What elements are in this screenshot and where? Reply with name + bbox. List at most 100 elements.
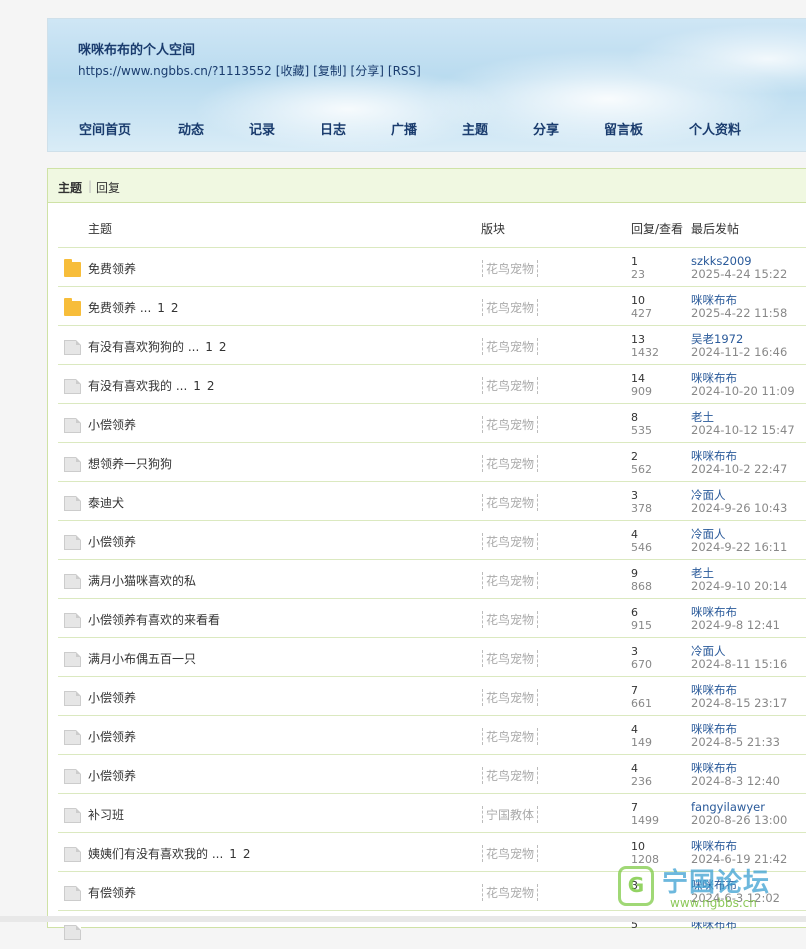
tab-replies[interactable]: 回复 [96,179,120,196]
forum-link[interactable]: 花鸟宠物 [482,416,539,433]
topic-title-link[interactable]: 有偿领养 [88,886,136,900]
topic-title-link[interactable]: 有没有喜欢我的 ... [88,379,187,393]
last-post-time: 2024-6-3 12:02 [691,891,780,905]
view-count: 1208 [631,853,659,866]
nav-broadcast[interactable]: 广播 [391,119,417,138]
nav-home[interactable]: 空间首页 [79,119,131,138]
last-post-time: 2024-10-20 11:09 [691,384,795,398]
rss-link[interactable]: [RSS] [388,64,421,78]
topic-title-cell: 小偿领养 [88,728,136,745]
nav-profile[interactable]: 个人资料 [689,119,741,138]
topic-title-link[interactable]: 有没有喜欢狗狗的 ... [88,340,199,354]
topic-title-link[interactable]: 小偿领养 [88,769,136,783]
topic-title-link[interactable]: 满月小猫咪喜欢的私 [88,574,196,588]
topic-title-link[interactable]: 小偿领养 [88,730,136,744]
share-link[interactable]: [分享] [351,64,384,78]
page-link[interactable]: 1 [193,379,201,393]
document-icon [64,496,81,511]
forum-link[interactable]: 花鸟宠物 [482,572,539,589]
forum-link[interactable]: 花鸟宠物 [482,845,539,862]
view-count: 562 [631,463,652,476]
forum-link[interactable]: 花鸟宠物 [482,689,539,706]
favorite-link[interactable]: [收藏] [276,64,309,78]
last-post-time: 2024-9-10 20:14 [691,579,788,593]
reply-count: 3 [631,489,638,502]
topic-title-link[interactable]: 姨姨们有没有喜欢我的 ... [88,847,223,861]
space-url-line: https://www.ngbbs.cn/?1113552 [收藏] [复制] [分享… [78,62,425,79]
forum-link[interactable]: 花鸟宠物 [482,494,539,511]
forum-link[interactable]: 花鸟宠物 [482,338,539,355]
forum-link[interactable]: 花鸟宠物 [482,611,539,628]
reply-count: 7 [631,801,638,814]
topic-title-cell: 小偿领养有喜欢的来看看 [88,611,220,628]
forum-link[interactable]: 宁国教体 [482,806,539,823]
forum-link[interactable]: 花鸟宠物 [482,260,539,277]
topics-panel: 主题 | 回复 主题 版块 回复/查看 最后发帖 免费领养 花鸟宠物 1 23 szkk… [47,168,806,940]
reply-view-count: 2 562 [631,450,652,476]
reply-view-count: 4 149 [631,723,652,749]
page-link[interactable]: 2 [243,847,251,861]
last-post-time: 2024-8-5 21:33 [691,735,780,749]
last-post: 老土 2024-10-12 15:47 [691,411,795,437]
topic-title-link[interactable]: 小偿领养 [88,418,136,432]
topic-title-cell: 小偿领养 [88,689,136,706]
view-count: 868 [631,580,652,593]
forum-link[interactable]: 花鸟宠物 [482,299,539,316]
nav-share[interactable]: 分享 [533,119,559,138]
forum-link[interactable]: 花鸟宠物 [482,650,539,667]
forum-link[interactable]: 花鸟宠物 [482,533,539,550]
forum-link[interactable]: 花鸟宠物 [482,767,539,784]
document-icon [64,886,81,901]
col-stats-header: 回复/查看 [631,222,684,236]
space-header: 咪咪布布的个人空间 https://www.ngbbs.cn/?1113552 [… [47,18,806,152]
topic-title-link[interactable]: 满月小布偶五百一只 [88,652,196,666]
nav-blog[interactable]: 日志 [320,119,346,138]
topic-title-link[interactable]: 补习班 [88,808,124,822]
last-post: 咪咪布布 2024-8-5 21:33 [691,723,780,749]
nav-topics[interactable]: 主题 [462,119,488,138]
forum-link[interactable]: 花鸟宠物 [482,455,539,472]
reply-view-count: 14 909 [631,372,652,398]
nav-feed[interactable]: 动态 [178,119,204,138]
topic-title-link[interactable]: 小偿领养 [88,691,136,705]
page-link[interactable]: 2 [171,301,179,315]
topic-title-link[interactable]: 小偿领养有喜欢的来看看 [88,613,220,627]
page-link[interactable]: 1 [229,847,237,861]
tab-topics[interactable]: 主题 [58,179,82,196]
page-link[interactable]: 1 [205,340,213,354]
last-post-time: 2024-10-2 22:47 [691,462,788,476]
nav-records[interactable]: 记录 [249,119,275,138]
topic-title-link[interactable]: 免费领养 ... [88,301,151,315]
topic-title-cell: 免费领养 [88,260,136,277]
table-row: 小偿领养 花鸟宠物 4 149 咪咪布布 2024-8-5 21:33 [58,715,806,754]
horizontal-scrollbar[interactable] [0,916,806,922]
page-link[interactable]: 2 [207,379,215,393]
last-post: 冷面人 2024-9-26 10:43 [691,489,787,515]
last-post: 咪咪布布 2024-10-20 11:09 [691,372,795,398]
topic-title-cell: 小偿领养 [88,767,136,784]
topic-title-cell: 姨姨们有没有喜欢我的 ... 1 2 [88,845,251,862]
page-link[interactable]: 2 [219,340,227,354]
document-icon [64,340,81,355]
forum-link[interactable]: 花鸟宠物 [482,377,539,394]
copy-link[interactable]: [复制] [313,64,346,78]
table-row: 免费领养 ... 1 2 花鸟宠物 10 427 咪咪布布 2025-4-22 11:58 [58,286,806,325]
last-post: 老土 2024-9-10 20:14 [691,567,787,593]
view-count: 23 [631,268,645,281]
table-row: 想领养一只狗狗 花鸟宠物 2 562 咪咪布布 2024-10-2 22:47 [58,442,806,481]
reply-count: 2 [631,450,638,463]
forum-link[interactable]: 花鸟宠物 [482,728,539,745]
topic-title-link[interactable]: 小偿领养 [88,535,136,549]
topic-title-link[interactable]: 想领养一只狗狗 [88,457,172,471]
nav-guestbook[interactable]: 留言板 [604,119,643,138]
space-title: 咪咪布布的个人空间 [78,43,196,58]
topic-title-link[interactable]: 免费领养 [88,262,136,276]
topic-title-link[interactable]: 泰迪犬 [88,496,124,510]
document-icon [64,418,81,433]
page-link[interactable]: 1 [157,301,165,315]
reply-view-count: 10 1208 [631,840,659,866]
document-icon [64,730,81,745]
reply-view-count: 6 915 [631,606,652,632]
forum-link[interactable]: 花鸟宠物 [482,884,539,901]
table-row: 小偿领养 花鸟宠物 4 546 冷面人 2024-9-22 16:11 [58,520,806,559]
